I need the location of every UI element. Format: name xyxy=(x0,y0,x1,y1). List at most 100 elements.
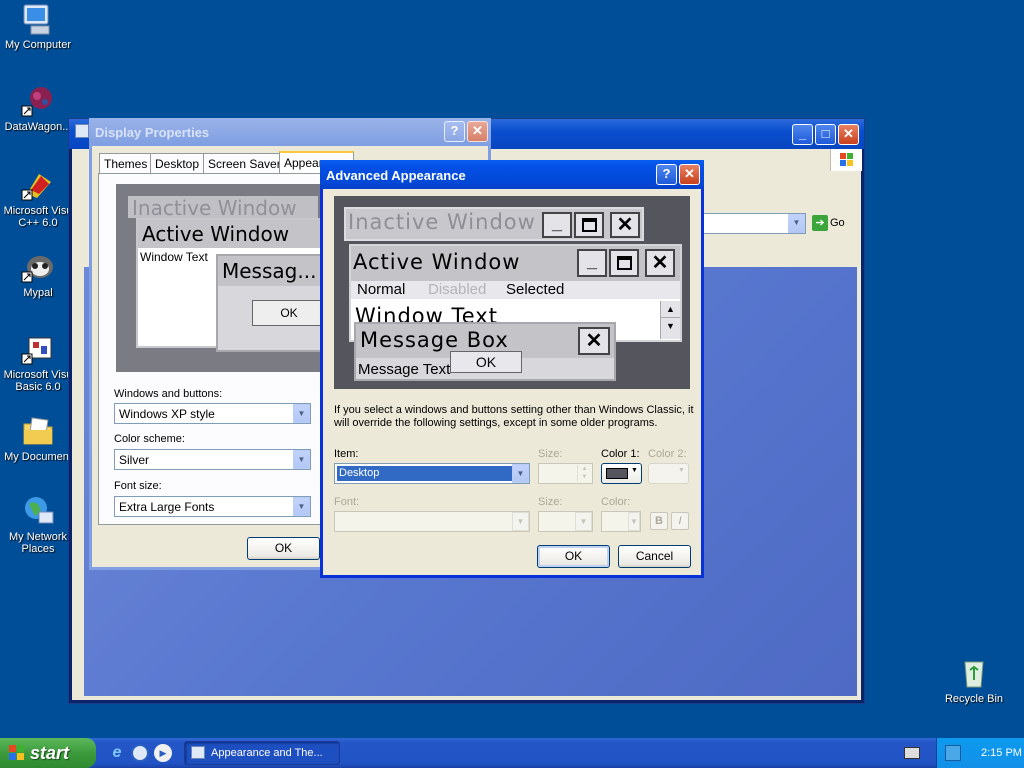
minimize-button[interactable]: _ xyxy=(792,124,813,145)
monitor-icon xyxy=(191,746,205,759)
visual-cpp-icon xyxy=(21,168,55,202)
maximize-icon xyxy=(609,249,639,277)
maximize-button[interactable]: □ xyxy=(815,124,836,145)
preview-inactive-title: Inactive Window xyxy=(128,196,318,218)
advanced-preview: Inactive Window _ ✕ Active Window _ ✕ No… xyxy=(334,196,690,389)
desktop-icon-datawagon[interactable]: DataWagon... xyxy=(0,84,76,133)
close-button[interactable]: ✕ xyxy=(467,121,488,142)
info-text: If you select a windows and buttons sett… xyxy=(334,404,694,429)
bold-button[interactable]: B xyxy=(650,512,668,530)
color2-label: Color 2: xyxy=(648,448,687,460)
desktop-icon-label: My Network Places xyxy=(8,531,68,555)
chevron-down-icon: ▼ xyxy=(293,497,310,516)
item-select[interactable]: Desktop ▼ xyxy=(334,463,530,484)
desktop-icon-my-computer[interactable]: My Computer xyxy=(0,2,76,51)
ok-button[interactable]: OK xyxy=(537,545,610,568)
quicklaunch-ie-icon[interactable]: e xyxy=(108,744,126,762)
chevron-down-icon: ▼ xyxy=(788,214,805,233)
advanced-appearance-dialog: Advanced Appearance ? ✕ Inactive Window … xyxy=(320,160,704,578)
display-properties-titlebar[interactable]: Display Properties xyxy=(75,118,491,146)
preview-active-titlebar: Active Window _ ✕ xyxy=(351,246,680,281)
color-scheme-select[interactable]: Silver ▼ xyxy=(114,449,311,470)
keyboard-icon[interactable] xyxy=(904,747,920,759)
help-button[interactable]: ? xyxy=(444,121,465,142)
desktop-icon-network-places[interactable]: My Network Places xyxy=(0,494,76,555)
taskbar-task-appearance[interactable]: Appearance and The... xyxy=(184,741,340,765)
color1-picker[interactable]: ▼ xyxy=(601,463,642,484)
font-color-label: Color: xyxy=(601,496,631,508)
desktop-icon-mypal[interactable]: Mypal xyxy=(0,250,76,299)
dialog-title: Display Properties xyxy=(95,125,210,140)
advanced-appearance-titlebar[interactable]: Advanced Appearance xyxy=(320,160,704,189)
preview-ok-button: OK xyxy=(450,351,522,373)
chevron-down-icon: ▼ xyxy=(293,404,310,423)
tab-desktop[interactable]: Desktop xyxy=(150,153,205,173)
windows-buttons-label: Windows and buttons: xyxy=(114,388,223,400)
desktop-icon-recycle-bin[interactable]: Recycle Bin xyxy=(936,656,1012,705)
recycle-bin-icon xyxy=(957,656,991,690)
my-computer-icon xyxy=(21,2,55,36)
minimize-icon: _ xyxy=(577,249,607,277)
font-size-label: Size: xyxy=(538,496,563,508)
windows-buttons-select[interactable]: Windows XP style ▼ xyxy=(114,403,311,424)
close-button[interactable]: ✕ xyxy=(838,124,859,145)
close-icon: ✕ xyxy=(578,327,610,355)
tab-screen-saver[interactable]: Screen Saver xyxy=(203,153,286,173)
desktop-icon-label: Mypal xyxy=(23,287,53,299)
font-select[interactable]: ▼ xyxy=(334,511,530,532)
preview-menu-bar: Normal Disabled Selected xyxy=(351,281,680,299)
tab-themes[interactable]: Themes xyxy=(99,153,153,173)
color2-picker[interactable]: ▼ xyxy=(648,463,689,484)
datawagon-icon xyxy=(21,84,55,118)
windows-logo-icon xyxy=(830,149,862,171)
maximize-icon xyxy=(574,212,604,238)
start-button[interactable]: start xyxy=(0,738,96,768)
font-size-select[interactable]: ▼ xyxy=(538,511,593,532)
font-size-label: Font size: xyxy=(114,480,162,492)
windows-flag-icon xyxy=(8,744,26,762)
network-tray-icon[interactable] xyxy=(945,745,961,761)
chevron-down-icon: ▼ xyxy=(628,512,640,531)
preview-ok-button: OK xyxy=(252,300,326,326)
preview-active-title: Active Window xyxy=(138,220,324,248)
quicklaunch-browser-icon[interactable] xyxy=(131,744,149,762)
preview-scrollbar: ▲ ▼ xyxy=(660,301,680,339)
scroll-up-icon: ▲ xyxy=(661,301,680,318)
preview-inactive-window: Inactive Window _ ✕ xyxy=(344,207,644,241)
visual-basic-icon xyxy=(21,332,55,366)
close-icon: ✕ xyxy=(645,249,675,277)
desktop-icon-my-documents[interactable]: My Document xyxy=(0,414,76,463)
go-button[interactable]: ➔ Go xyxy=(810,214,850,234)
ok-button[interactable]: OK xyxy=(247,537,320,560)
monitor-icon xyxy=(75,124,89,138)
desktop-icon-vc6[interactable]: Microsoft Visu C++ 6.0 xyxy=(0,168,76,229)
minimize-icon: _ xyxy=(542,212,572,238)
dialog-title: Advanced Appearance xyxy=(326,168,466,183)
italic-button[interactable]: I xyxy=(671,512,689,530)
cancel-button[interactable]: Cancel xyxy=(618,545,691,568)
close-button[interactable]: ✕ xyxy=(679,164,700,185)
desktop-icon-vb6[interactable]: Microsoft Visu Basic 6.0 xyxy=(0,332,76,393)
size-spinner[interactable]: ▲ ▼ xyxy=(538,463,593,484)
item-label: Item: xyxy=(334,448,359,460)
font-color-select[interactable]: ▼ xyxy=(601,511,641,532)
font-size-select[interactable]: Extra Large Fonts ▼ xyxy=(114,496,311,517)
address-dropdown[interactable]: ▼ xyxy=(694,213,806,234)
quicklaunch-media-icon[interactable]: ▶ xyxy=(154,744,172,762)
help-button[interactable]: ? xyxy=(656,164,677,185)
desktop-icon-label: Microsoft Visu C++ 6.0 xyxy=(3,205,73,229)
desktop-icon-label: My Computer xyxy=(4,39,72,51)
chevron-down-icon: ▼ xyxy=(512,464,529,483)
spinner-arrows-icon: ▲ ▼ xyxy=(577,465,591,482)
chevron-down-icon: ▼ xyxy=(293,450,310,469)
desktop-icon-label: DataWagon... xyxy=(4,121,72,133)
chevron-down-icon: ▼ xyxy=(512,512,529,531)
desktop-icon-label: Microsoft Visu Basic 6.0 xyxy=(3,369,73,393)
scroll-down-icon: ▼ xyxy=(666,321,675,331)
preview-active-title: Active Window xyxy=(353,250,521,274)
chevron-down-icon: ▼ xyxy=(575,512,592,531)
color1-swatch xyxy=(606,468,628,479)
preview-message-title: Message Box xyxy=(360,328,509,352)
appearance-preview: Inactive Window Active Window Window Tex… xyxy=(116,184,326,372)
clock: 2:15 PM xyxy=(981,747,1022,759)
